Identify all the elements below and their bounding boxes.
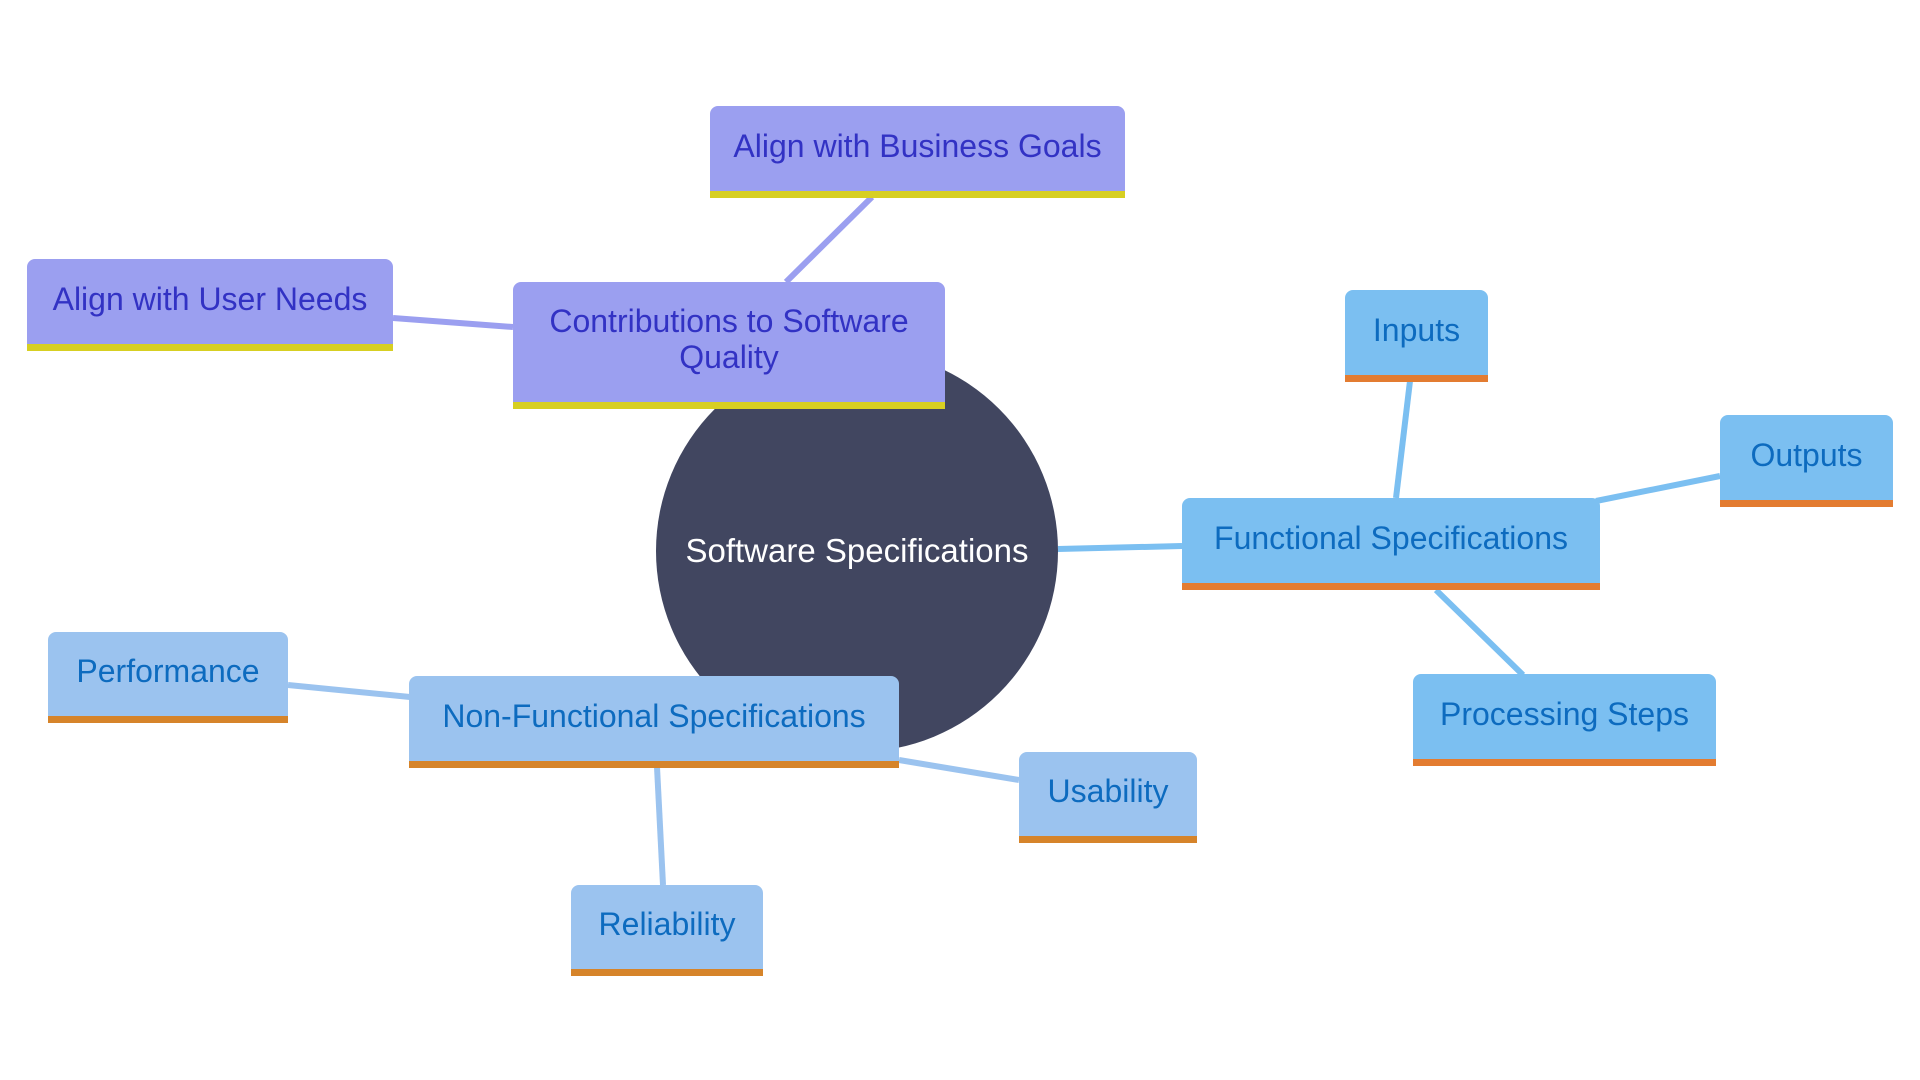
edge-root-functional: [1057, 543, 1183, 552]
edge-functional-outputs: [1595, 473, 1721, 504]
node-performance[interactable]: Performance: [48, 632, 288, 723]
node-label: Align with Business Goals: [733, 127, 1102, 164]
edge-nonfunctional-usability: [898, 757, 1020, 783]
edge-quality-user: [392, 315, 514, 330]
node-label: Non-Functional Specifications: [442, 697, 866, 734]
node-align-user-needs[interactable]: Align with User Needs: [27, 259, 393, 351]
node-inputs[interactable]: Inputs: [1345, 290, 1488, 382]
node-non-functional-specifications[interactable]: Non-Functional Specifications: [409, 676, 899, 768]
node-label: Align with User Needs: [52, 280, 368, 317]
edge-functional-inputs: [1393, 380, 1413, 499]
edge-quality-business: [783, 194, 875, 285]
node-label: Functional Specifications: [1214, 519, 1568, 556]
node-outputs[interactable]: Outputs: [1720, 415, 1893, 507]
node-align-business-goals[interactable]: Align with Business Goals: [710, 106, 1125, 198]
node-usability[interactable]: Usability: [1019, 752, 1197, 843]
node-label: Processing Steps: [1439, 695, 1689, 732]
edge-nonfunctional-reliability: [654, 766, 666, 886]
node-label: Inputs: [1372, 311, 1461, 348]
node-reliability[interactable]: Reliability: [571, 885, 763, 976]
root-label: Software Specifications: [685, 532, 1029, 569]
node-label: Reliability: [598, 906, 736, 942]
node-label: Contributions to Software Quality: [549, 303, 909, 375]
node-label: Usability: [1047, 773, 1169, 809]
node-contributions-quality[interactable]: Contributions to Software Quality: [513, 282, 945, 409]
node-functional-specifications[interactable]: Functional Specifications: [1182, 498, 1600, 590]
node-label: Outputs: [1750, 436, 1863, 473]
node-processing-steps[interactable]: Processing Steps: [1413, 674, 1716, 766]
edge-nonfunctional-performance: [287, 682, 411, 700]
node-label: Performance: [76, 653, 260, 689]
edge-functional-processing: [1433, 587, 1526, 678]
